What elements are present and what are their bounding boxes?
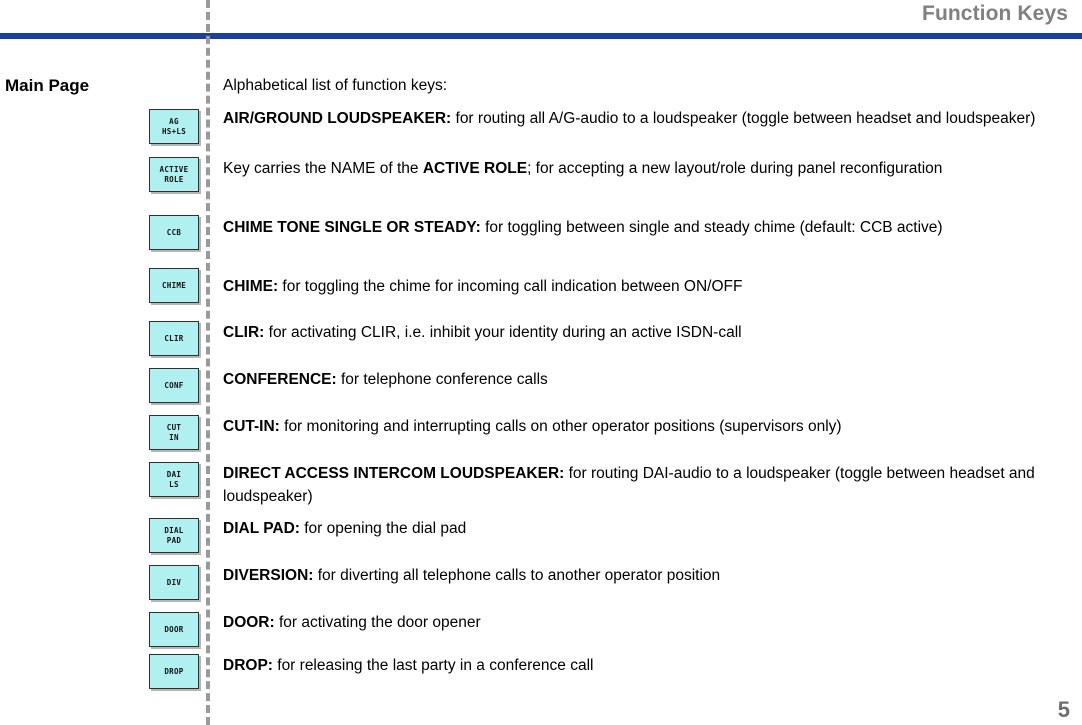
key-cap-active-role[interactable]: ACTIVE ROLE <box>149 157 199 192</box>
function-key-description: CUT-IN: for monitoring and interrupting … <box>223 416 1061 439</box>
key-cap-label: CUT <box>166 422 182 432</box>
function-key-term: CHIME TONE SINGLE OR STEADY: <box>223 219 481 236</box>
function-key-term: CLIR: <box>223 324 265 341</box>
key-cap-label: CONF <box>164 380 184 390</box>
function-key-description: DIRECT ACCESS INTERCOM LOUDSPEAKER: for … <box>223 463 1061 508</box>
key-cap-ccb[interactable]: CCB <box>149 215 199 250</box>
key-cap-label: DOOR <box>164 624 184 634</box>
sidebar-label-main-page: Main Page <box>5 76 90 95</box>
page-number: 5 <box>1057 697 1070 722</box>
key-cap-label: CHIME <box>161 280 187 290</box>
key-cap-label: DROP <box>164 666 184 676</box>
key-cap-label: CCB <box>166 227 182 237</box>
key-cap-clir[interactable]: CLIR <box>149 321 199 356</box>
description-body: for toggling between single and steady c… <box>480 219 943 236</box>
function-key-term: DIVERSION: <box>223 567 314 584</box>
description-body: for monitoring and interrupting calls on… <box>279 418 842 435</box>
function-key-term: DROP: <box>223 657 273 674</box>
key-cap-label: DIV <box>166 577 182 587</box>
function-key-description: AIR/GROUND LOUDSPEAKER: for routing all … <box>223 108 1061 131</box>
key-cap-drop[interactable]: DROP <box>149 654 199 689</box>
key-cap-label: PAD <box>166 535 182 545</box>
key-cap-air-ground-loudspeaker[interactable]: AG HS+LS <box>149 109 199 144</box>
key-cap-label: ROLE <box>164 174 184 184</box>
page-title: Function Keys <box>922 2 1068 25</box>
key-cap-door[interactable]: DOOR <box>149 612 199 647</box>
key-cap-label: IN <box>169 432 179 442</box>
function-key-description: CHIME: for toggling the chime for incomi… <box>223 276 1061 299</box>
key-cap-conference[interactable]: CONF <box>149 368 199 403</box>
key-cap-label: HS+LS <box>161 126 187 136</box>
function-key-term: DIAL PAD: <box>223 520 300 537</box>
function-key-term: CUT-IN: <box>223 418 280 435</box>
key-cap-label: CLIR <box>164 333 184 343</box>
description-body: ; for accepting a new layout/role during… <box>527 160 943 177</box>
function-key-term: ACTIVE ROLE <box>422 160 528 177</box>
key-cap-chime[interactable]: CHIME <box>149 268 199 303</box>
description-body: for telephone conference calls <box>336 371 548 388</box>
key-cap-cut-in[interactable]: CUT IN <box>149 415 199 450</box>
key-cap-label: DIAL <box>164 525 184 535</box>
key-cap-label: LS <box>169 479 179 489</box>
function-key-description: DIAL PAD: for opening the dial pad <box>223 518 1061 541</box>
function-key-term: CONFERENCE: <box>223 371 337 388</box>
function-key-description: DOOR: for activating the door opener <box>223 612 1061 635</box>
key-cap-label: AG <box>169 116 179 126</box>
key-cap-direct-access-intercom-loudspeaker[interactable]: DAI LS <box>149 462 199 497</box>
function-key-list: AG HS+LS AIR/GROUND LOUDSPEAKER: for routi… <box>0 104 1082 715</box>
function-key-description: DROP: for releasing the last party in a … <box>223 655 1061 678</box>
description-body: for opening the dial pad <box>299 520 467 537</box>
description-body: for toggling the chime for incoming call… <box>278 278 743 295</box>
key-cap-dial-pad[interactable]: DIAL PAD <box>149 518 199 553</box>
function-key-term: CHIME: <box>223 278 279 295</box>
key-cap-diversion[interactable]: DIV <box>149 565 199 600</box>
description-body: for releasing the last party in a confer… <box>272 657 594 674</box>
intro-text: Alphabetical list of function keys: <box>223 77 448 94</box>
description-body: for diverting all telephone calls to ano… <box>313 567 721 584</box>
description-prefix: Key carries the NAME of the <box>223 160 423 177</box>
function-key-description: CONFERENCE: for telephone conference cal… <box>223 369 1061 392</box>
header-rule <box>0 33 1082 39</box>
function-key-description: DIVERSION: for diverting all telephone c… <box>223 565 1061 588</box>
description-body: for activating the door opener <box>274 614 481 631</box>
key-cap-label: ACTIVE <box>159 164 189 174</box>
function-key-term: DOOR: <box>223 614 275 631</box>
description-body: for activating CLIR, i.e. inhibit your i… <box>264 324 742 341</box>
function-key-description: CLIR: for activating CLIR, i.e. inhibit … <box>223 322 1061 345</box>
function-key-term: AIR/GROUND LOUDSPEAKER: <box>223 110 452 127</box>
function-key-description: Key carries the NAME of the ACTIVE ROLE;… <box>223 158 1061 181</box>
description-body: for routing all A/G-audio to a loudspeak… <box>451 110 1036 127</box>
function-key-description: CHIME TONE SINGLE OR STEADY: for togglin… <box>223 217 1061 240</box>
function-key-term: DIRECT ACCESS INTERCOM LOUDSPEAKER: <box>223 465 565 482</box>
key-cap-label: DAI <box>166 469 182 479</box>
